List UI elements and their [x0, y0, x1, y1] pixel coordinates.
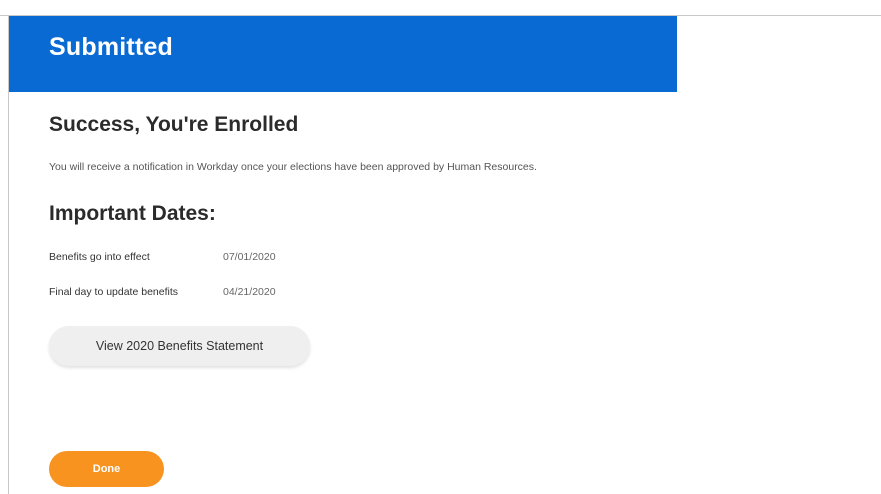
page-title: Submitted — [49, 33, 174, 61]
date-value: 07/01/2020 — [223, 251, 276, 263]
submitted-panel: Submitted Success, You're Enrolled You w… — [9, 16, 677, 494]
important-dates-heading: Important Dates: — [49, 202, 216, 225]
header-banner: Submitted — [9, 16, 677, 92]
date-value: 04/21/2020 — [223, 286, 276, 298]
date-label: Final day to update benefits — [49, 286, 179, 298]
date-label: Benefits go into effect — [49, 251, 150, 263]
notification-message: You will receive a notification in Workd… — [49, 161, 537, 173]
view-benefits-statement-button[interactable]: View 2020 Benefits Statement — [49, 326, 310, 366]
done-button[interactable]: Done — [49, 451, 164, 487]
success-heading: Success, You're Enrolled — [49, 113, 299, 136]
